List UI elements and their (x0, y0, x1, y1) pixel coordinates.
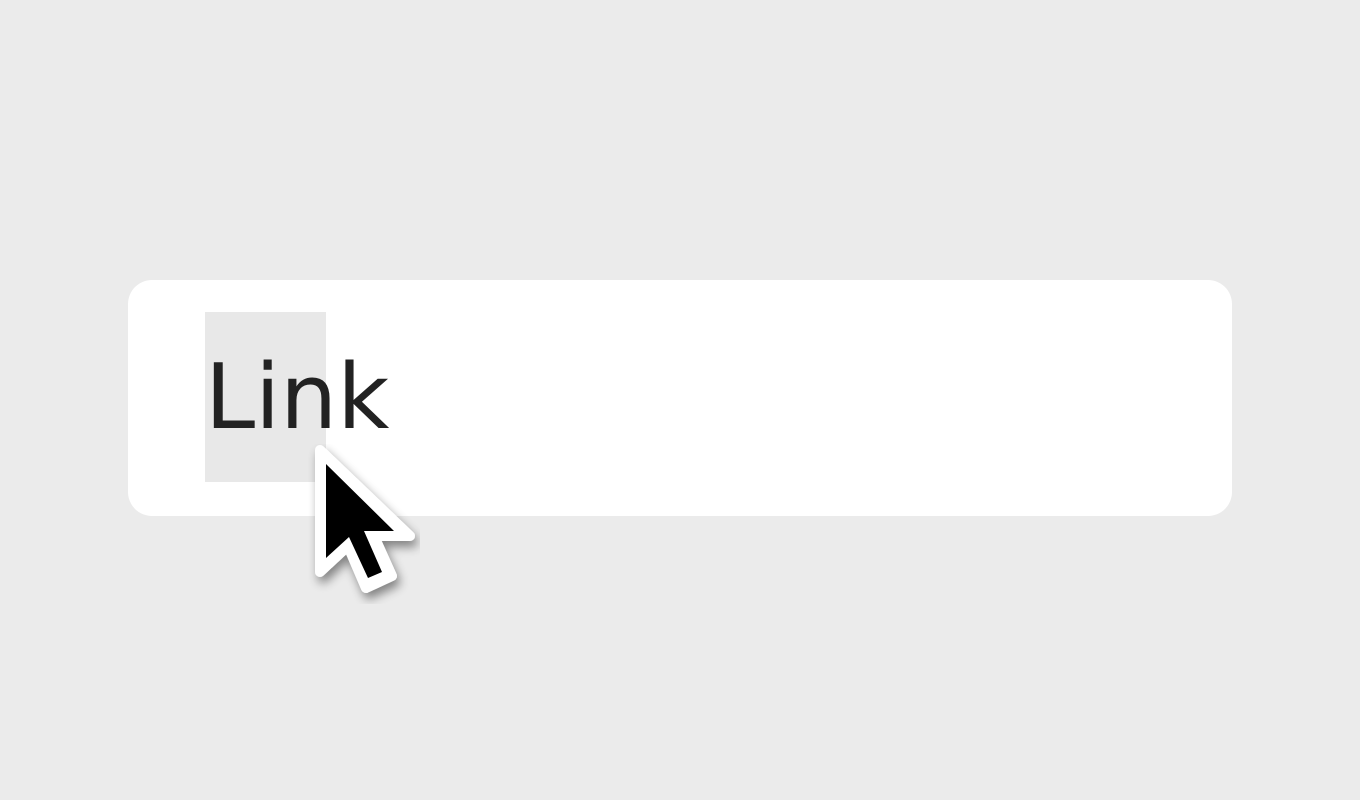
link-card: Link (128, 280, 1232, 516)
link[interactable]: Link (205, 350, 389, 446)
